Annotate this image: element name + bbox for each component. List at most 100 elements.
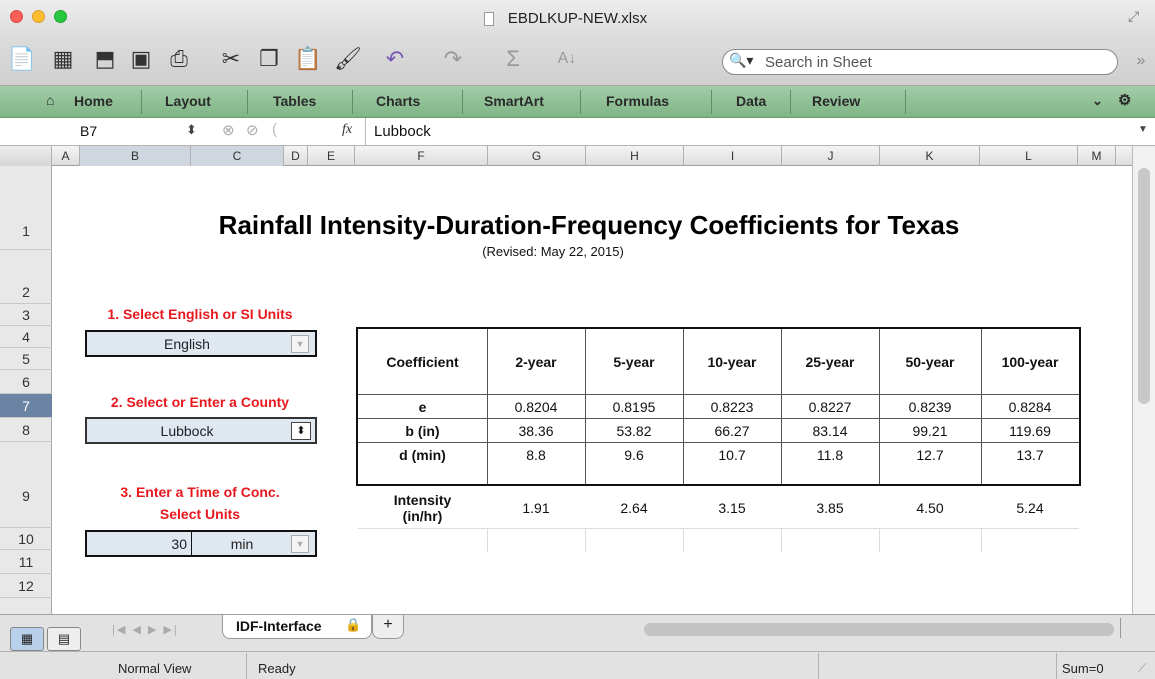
row-header-9[interactable]: 9 [0,442,52,528]
name-box-stepper-icon[interactable]: ⬍ [186,122,197,138]
units-value: English [164,336,210,352]
copy-icon[interactable]: ❐ [256,46,282,72]
row-header-7[interactable]: 7 [0,394,52,418]
lock-icon: 🔒 [345,617,362,632]
col-header-k[interactable]: K [880,146,980,166]
table-cell: 12.7 [916,446,944,463]
col-header-j[interactable]: J [782,146,880,166]
name-box[interactable]: B7 [80,123,97,139]
col-header-d[interactable]: D [284,146,308,166]
col-header-c[interactable]: C [191,146,284,166]
tab-formulas[interactable]: Formulas [606,93,669,109]
templates-icon[interactable]: ▦ [50,46,76,72]
col-header-b[interactable]: B [80,146,191,166]
row-header-5[interactable]: 5 [0,348,52,370]
county-combobox[interactable]: Lubbock ⬍ [85,417,317,444]
row-header-2[interactable]: 2 [0,250,52,304]
resize-grip-icon[interactable]: ⟋ [1138,661,1146,676]
function-wizard-paren-icon[interactable]: ( [272,121,277,138]
dropdown-arrow-icon[interactable]: ▼ [291,335,309,353]
paste-icon[interactable]: 📋 [294,46,321,72]
normal-view-icon[interactable]: ▦ [10,627,44,651]
idf-table: Coefficient 2-year 5-year 10-year 25-yea… [356,327,1081,486]
row-header-3[interactable]: 3 [0,304,52,326]
gear-icon[interactable]: ⚙ [1118,91,1131,109]
dropdown-arrow-icon[interactable]: ▼ [291,535,309,553]
new-workbook-icon[interactable]: 📄 [8,46,35,72]
ribbon-tab-bar: ⌂ Home Layout Tables Charts SmartArt For… [0,86,1155,118]
save-icon[interactable]: ▣ [128,46,154,72]
fx-icon[interactable]: fx [342,122,352,138]
tab-review[interactable]: Review [812,93,860,109]
tab-tables[interactable]: Tables [273,93,316,109]
col-header-a[interactable]: A [52,146,80,166]
search-input[interactable] [765,53,1105,72]
col-header-g[interactable]: G [488,146,586,166]
col-header-m[interactable]: M [1078,146,1116,166]
row-header-10[interactable]: 10 [0,528,52,550]
table-cell: 10.7 [718,446,746,463]
tab-home[interactable]: Home [74,93,113,109]
intensity-cell: 2.64 [620,500,648,516]
vertical-scroll-thumb[interactable] [1138,168,1150,404]
formula-bar: B7 ⬍ ⊗ ⊘ ( fx Lubbock ▼ [0,118,1155,146]
home-icon: ⌂ [46,92,55,108]
formula-input[interactable]: Lubbock [374,123,431,140]
row-header-4[interactable]: 4 [0,326,52,348]
sheet-nav-arrows-icon[interactable]: |◀ ◀ ▶ ▶| [112,623,179,636]
cut-icon[interactable]: ✂ [218,46,244,72]
sheet-tab-idf-interface[interactable]: IDF-Interface 🔒 [222,615,372,639]
col-header-e[interactable]: E [308,146,355,166]
format-painter-icon[interactable]: 🖌 [334,46,362,72]
page-layout-view-icon[interactable]: ▤ [47,627,81,651]
tab-data[interactable]: Data [736,93,766,109]
row-label-b: b (in) [405,422,440,439]
horizontal-scroll-thumb[interactable] [644,623,1114,636]
tab-layout[interactable]: Layout [165,93,211,109]
col-header-i[interactable]: I [684,146,782,166]
autosum-icon[interactable]: Σ [500,46,526,72]
tab-smartart[interactable]: SmartArt [484,93,544,109]
redo-icon[interactable]: ↷ [440,46,466,72]
overflow-chevron-icon[interactable]: » [1128,48,1154,74]
fullscreen-icon[interactable]: ⤢ [1128,8,1139,25]
time-unit-value[interactable]: min [207,536,277,552]
table-cell: 9.6 [624,446,644,463]
open-icon[interactable]: ⬒ [92,46,118,72]
intensity-cell: 3.15 [718,500,746,516]
col-header-f[interactable]: F [355,146,488,166]
step3-sublabel: Select Units [159,506,241,522]
stepper-icon[interactable]: ⬍ [291,422,311,440]
intensity-cell: 5.24 [1016,500,1044,516]
row-header-1[interactable]: 1 [0,166,52,250]
undo-icon[interactable]: ↶ [382,46,408,72]
confirm-entry-icon[interactable]: ⊘ [246,121,259,139]
row-header-12[interactable]: 12 [0,574,52,598]
table-header-cell: 25-year [805,353,855,370]
vertical-scrollbar[interactable] [1132,146,1155,614]
window-title: EBDLKUP-NEW.xlsx [507,10,648,27]
worksheet-grid[interactable]: Rainfall Intensity-Duration-Frequency Co… [53,166,1132,614]
print-icon[interactable]: ⎙ [166,46,192,72]
row-header-8[interactable]: 8 [0,418,52,442]
search-box[interactable]: 🔍▾ [722,49,1118,75]
time-input[interactable]: 30 [87,536,187,552]
cancel-entry-icon[interactable]: ⊗ [222,121,235,139]
col-header-h[interactable]: H [586,146,684,166]
excel-window: EBDLKUP-NEW.xlsx ⤢ 📄 ▦ ⬒ ▣ ⎙ ✂ ❐ 📋 🖌 ↶ ↷… [0,0,1155,679]
tab-charts[interactable]: Charts [376,93,420,109]
units-dropdown[interactable]: English ▼ [85,330,317,357]
table-header-cell: Coefficient [386,353,459,370]
add-sheet-button[interactable]: + [372,615,404,639]
collapse-ribbon-icon[interactable]: ⌄ [1092,93,1103,109]
column-headers: A B C D E F G H I J K L M [0,146,1132,166]
sort-icon[interactable]: A↓ [554,46,580,72]
col-header-l[interactable]: L [980,146,1078,166]
toolbar: 📄 ▦ ⬒ ▣ ⎙ ✂ ❐ 📋 🖌 ↶ ↷ Σ A↓ 🔍▾ » [0,38,1155,86]
row-header-11[interactable]: 11 [0,550,52,574]
select-all-corner[interactable] [0,146,52,166]
intensity-cell: 1.91 [522,500,550,516]
status-sum[interactable]: Sum=0 [1062,661,1104,676]
row-header-6[interactable]: 6 [0,370,52,394]
expand-formula-icon[interactable]: ▼ [1138,124,1148,135]
